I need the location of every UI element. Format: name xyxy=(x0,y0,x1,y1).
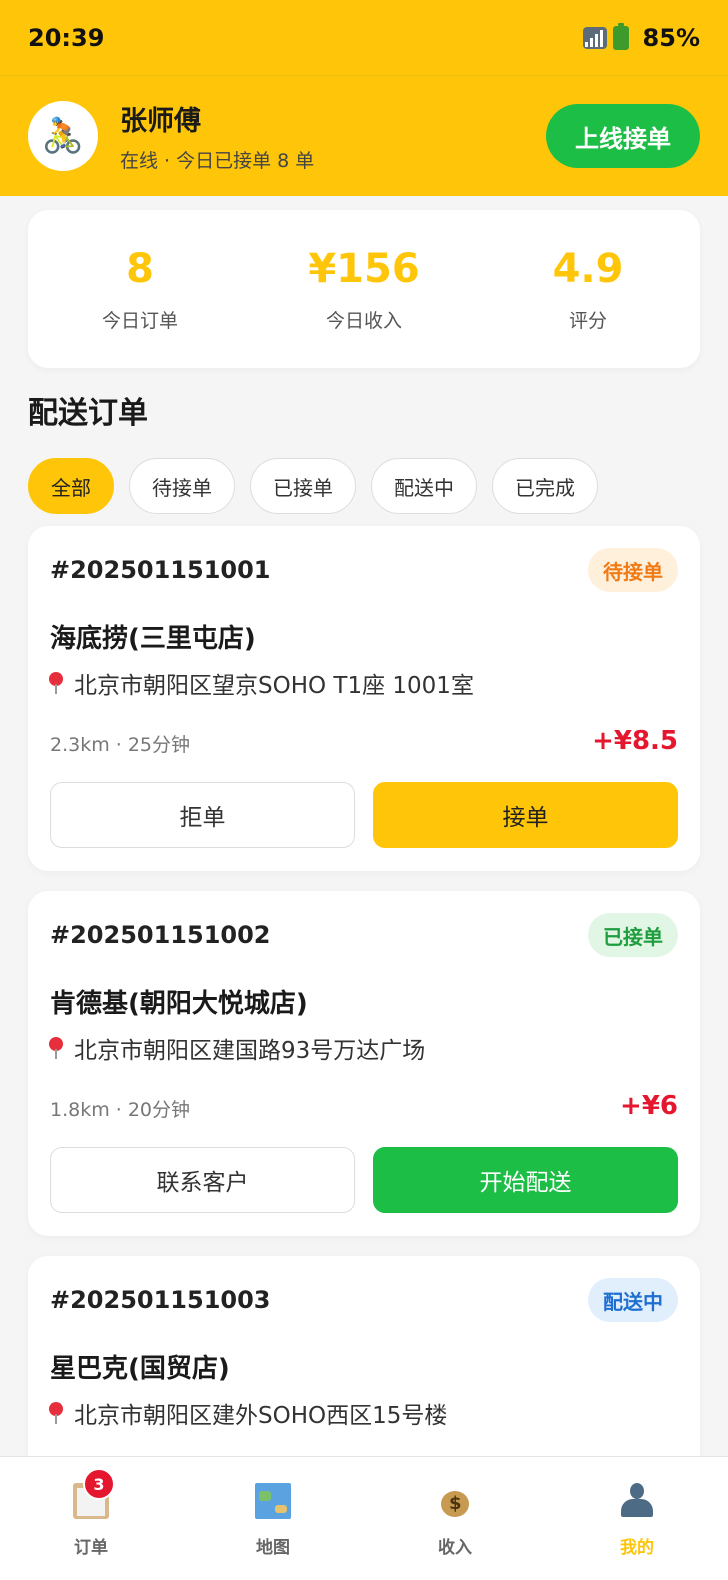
order-card[interactable]: #202501151002 已接单 肯德基(朝阳大悦城店) 北京市朝阳区建国路9… xyxy=(28,891,700,1236)
delivery-address: 北京市朝阳区望京SOHO T1座 1001室 xyxy=(48,666,474,700)
notification-badge: 3 xyxy=(83,1468,115,1500)
nav-label: 收入 xyxy=(438,1538,472,1558)
nav-label: 地图 xyxy=(256,1538,290,1558)
bottom-navigation: 3 订单 地图 收入 我的 xyxy=(0,1456,728,1580)
avatar: 🚴 xyxy=(28,101,98,171)
status-badge: 配送中 xyxy=(588,1278,678,1322)
user-icon xyxy=(619,1483,655,1519)
go-online-button[interactable]: 上线接单 xyxy=(546,104,700,168)
location-pin-icon xyxy=(48,1402,64,1424)
order-card[interactable]: #202501151001 待接单 海底捞(三里屯店) 北京市朝阳区望京SOHO… xyxy=(28,526,700,871)
stat-label: 今日订单 xyxy=(101,309,178,332)
address-text: 北京市朝阳区建国路93号万达广场 xyxy=(74,1038,426,1064)
address-text: 北京市朝阳区建外SOHO西区15号楼 xyxy=(74,1403,448,1429)
contact-customer-button[interactable]: 联系客户 xyxy=(50,1147,355,1213)
status-indicators: 85% xyxy=(582,22,700,52)
order-number: #202501151001 xyxy=(50,556,271,584)
accept-order-button[interactable]: 接单 xyxy=(373,782,678,848)
stat-value: 8 xyxy=(126,245,154,292)
stats-card: 8 今日订单 ¥156 今日收入 4.9 评分 xyxy=(28,210,700,368)
stat-label: 评分 xyxy=(568,309,607,332)
order-filter-tabs: 全部 待接单 已接单 配送中 已完成 xyxy=(0,458,728,514)
order-number: #202501151003 xyxy=(50,1286,271,1314)
stat-today-income: ¥156 今日收入 xyxy=(252,246,476,333)
filter-tab-all[interactable]: 全部 xyxy=(28,458,114,514)
status-badge: 待接单 xyxy=(588,548,678,592)
signal-icon xyxy=(582,26,607,49)
distance-time: 1.8km · 20分钟 xyxy=(50,1099,191,1121)
nav-tab-profile[interactable]: 我的 xyxy=(546,1457,728,1580)
delivery-fee: +¥6 xyxy=(620,1091,678,1121)
stat-value: 4.9 xyxy=(552,245,624,292)
money-bag-icon xyxy=(437,1483,473,1519)
filter-tab-completed[interactable]: 已完成 xyxy=(492,458,598,514)
shop-name: 肯德基(朝阳大悦城店) xyxy=(50,989,308,1019)
nav-label: 订单 xyxy=(74,1538,108,1558)
header-band: 20:39 85% 🚴 张师傅 在线 · 今日已接单 8 单 上线接单 xyxy=(0,0,728,196)
stat-value: ¥156 xyxy=(308,245,420,292)
delivery-address: 北京市朝阳区建国路93号万达广场 xyxy=(48,1031,425,1065)
status-badge: 已接单 xyxy=(588,913,678,957)
battery-icon xyxy=(612,22,629,50)
nav-tab-income[interactable]: 收入 xyxy=(364,1457,546,1580)
status-bar: 20:39 85% xyxy=(0,0,728,76)
location-pin-icon xyxy=(48,672,64,694)
filter-tab-pending[interactable]: 待接单 xyxy=(129,458,235,514)
order-number: #202501151002 xyxy=(50,921,271,949)
filter-tab-accepted[interactable]: 已接单 xyxy=(250,458,356,514)
address-text: 北京市朝阳区望京SOHO T1座 1001室 xyxy=(74,673,474,699)
rider-status: 在线 · 今日已接单 8 单 xyxy=(120,150,315,172)
shop-name: 星巴克(国贸店) xyxy=(50,1354,230,1384)
stat-rating: 4.9 评分 xyxy=(476,246,700,333)
nav-label: 我的 xyxy=(620,1538,654,1558)
stat-label: 今日收入 xyxy=(325,309,402,332)
filter-tab-delivering[interactable]: 配送中 xyxy=(371,458,477,514)
reject-order-button[interactable]: 拒单 xyxy=(50,782,355,848)
nav-tab-map[interactable]: 地图 xyxy=(182,1457,364,1580)
stat-today-orders: 8 今日订单 xyxy=(28,246,252,333)
distance-time: 2.3km · 25分钟 xyxy=(50,734,191,756)
status-time: 20:39 xyxy=(28,23,105,52)
rider-name: 张师傅 xyxy=(120,106,201,137)
start-delivery-button[interactable]: 开始配送 xyxy=(373,1147,678,1213)
battery-percent: 85% xyxy=(642,23,700,52)
rider-profile: 🚴 张师傅 在线 · 今日已接单 8 单 上线接单 xyxy=(0,76,728,196)
delivery-fee: +¥8.5 xyxy=(592,726,678,756)
section-title: 配送订单 xyxy=(28,396,148,431)
delivery-address: 北京市朝阳区建外SOHO西区15号楼 xyxy=(48,1396,447,1430)
shop-name: 海底捞(三里屯店) xyxy=(50,624,256,654)
nav-tab-orders[interactable]: 3 订单 xyxy=(0,1457,182,1580)
map-icon xyxy=(255,1483,291,1519)
location-pin-icon xyxy=(48,1037,64,1059)
